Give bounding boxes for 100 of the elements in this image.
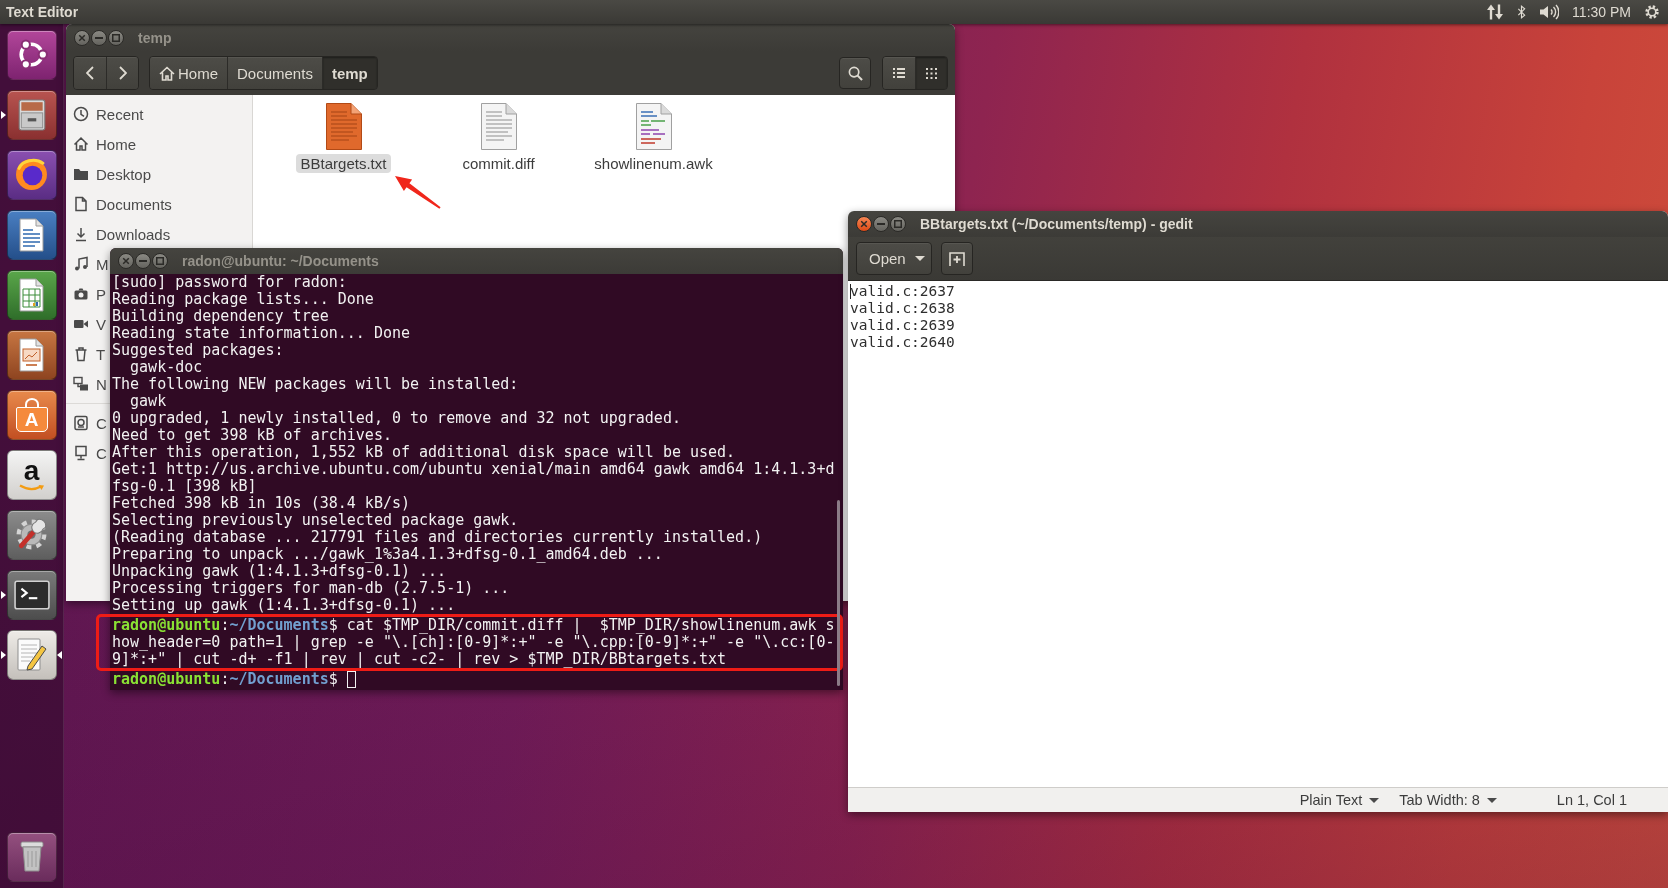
prompt-line: radon@ubuntu:~/Documents$ cat $TMP_DIR/commit.diff | $TMP_DIR/showlinenum.awk s	[112, 617, 835, 634]
terminal-line: Unpacking gawk (1:4.1.3+dfsg-0.1) ...	[112, 563, 447, 580]
minimize-button[interactable]	[873, 216, 889, 232]
launcher-button[interactable]	[6, 329, 57, 380]
sidebar-item[interactable]: T	[66, 339, 106, 369]
launcher-button[interactable]	[6, 629, 57, 680]
terminal-line: fsg-0.1 [398 kB]	[112, 478, 257, 495]
sidebar-item[interactable]: P	[66, 279, 106, 309]
sidebar-item[interactable]: V	[66, 309, 106, 339]
terminal-line: gawk-doc	[129, 359, 203, 376]
search-button[interactable]	[839, 57, 871, 89]
minimize-button[interactable]	[135, 253, 151, 269]
new-tab-button[interactable]	[941, 242, 973, 275]
globe-swirl-icon	[15, 158, 48, 191]
up-down-arrows-icon[interactable]	[1486, 4, 1505, 20]
close-icon	[860, 220, 868, 228]
text-file-icon	[325, 103, 362, 150]
terminal-icon	[13, 579, 50, 610]
terminal-line: Building dependency tree	[112, 308, 329, 325]
monitor-icon	[73, 445, 89, 461]
maximize-icon	[894, 220, 902, 228]
list-view-button[interactable]	[883, 57, 915, 89]
network-icon	[73, 376, 89, 392]
disk-drive-icon	[73, 415, 89, 431]
terminal-line: how_header=0 path=1 | grep -e "\.[ch]:[0-9]*:+" -e "\.cpp:[0-9]*:+" -e "\.cc:[0-	[112, 634, 835, 651]
text-line: valid.c:2638	[850, 300, 955, 317]
terminal-line: [sudo] password for radon:	[112, 274, 347, 291]
sidebar-item[interactable]: Documents	[66, 189, 172, 219]
sidebar-item[interactable]: Home	[66, 129, 136, 159]
text-file-icon	[480, 103, 517, 150]
plus-box-icon	[949, 250, 965, 267]
terminal-line: gawk	[129, 393, 167, 410]
terminal-line: Get:1 http://us.archive.ubuntu.com/ubuntu xenial/main amd64 gawk amd64 1:4.1.3+d	[112, 461, 835, 478]
camera-icon	[73, 286, 89, 302]
maximize-button[interactable]	[108, 29, 124, 46]
grid-view-button[interactable]	[915, 57, 947, 89]
sidebar-item[interactable]: Desktop	[66, 159, 152, 189]
music-note-icon	[73, 256, 89, 272]
close-icon	[122, 257, 130, 265]
status-dropdown[interactable]: Plain Text	[1289, 789, 1390, 811]
clock[interactable]: 11:30 PM	[1572, 4, 1631, 20]
terminal-line: After this operation, 1,552 kB of additional disk space will be used.	[112, 444, 736, 461]
sidebar-item[interactable]: C	[66, 408, 107, 438]
close-button[interactable]	[74, 29, 90, 46]
chevron-left-icon	[86, 66, 94, 80]
minimize-button[interactable]	[91, 29, 107, 46]
gear-icon[interactable]	[1644, 4, 1660, 20]
list-icon	[893, 68, 905, 78]
launcher-button[interactable]	[6, 269, 57, 320]
terminal-line: The following NEW packages will be installed:	[112, 376, 519, 393]
text-line: valid.c:2639	[850, 317, 955, 334]
grid-icon	[926, 67, 937, 79]
path-button[interactable]: Documents	[227, 57, 322, 89]
terminal-line: Reading package lists... Done	[112, 291, 374, 308]
close-button[interactable]	[856, 216, 872, 232]
terminal-line: Reading state information... Done	[112, 325, 410, 342]
path-button[interactable]: Home	[150, 57, 227, 89]
close-button[interactable]	[118, 253, 134, 269]
terminal-line: Selecting previously unselected package gawk.	[112, 512, 519, 529]
sidebar-item[interactable]: C	[66, 438, 107, 468]
launcher-button[interactable]	[6, 569, 57, 620]
sidebar-item[interactable]: M	[66, 249, 109, 279]
launcher-button[interactable]	[6, 149, 57, 200]
close-icon	[78, 33, 86, 42]
volume-icon[interactable]	[1539, 4, 1560, 20]
scrollbar[interactable]	[837, 500, 840, 686]
maximize-icon	[112, 33, 120, 42]
annotation-arrow	[394, 175, 442, 210]
launcher-button[interactable]	[6, 89, 57, 140]
terminal-line: Need to get 398 kB of archives.	[112, 427, 392, 444]
back-button[interactable]	[74, 57, 106, 89]
home-icon	[73, 136, 89, 152]
text-area[interactable]: valid.c:2637 valid.c:2638 valid.c:2639 valid.c:2640	[848, 281, 1668, 787]
caret-down-icon	[914, 256, 925, 261]
text-line: valid.c:2640	[850, 334, 955, 351]
launcher-button[interactable]	[6, 209, 57, 260]
trash-icon	[73, 346, 89, 362]
launcher-button[interactable]	[6, 29, 57, 80]
path-button[interactable]: temp	[321, 57, 377, 89]
launcher-button[interactable]: a	[6, 449, 57, 500]
open-button[interactable]: Open	[856, 242, 932, 275]
terminal-line: (Reading database ... 217791 files and directories currently installed.)	[112, 529, 763, 546]
maximize-button[interactable]	[152, 253, 168, 269]
file-item[interactable]: BBtargets.txt	[266, 103, 421, 173]
forward-button[interactable]	[106, 57, 138, 89]
bluetooth-icon[interactable]	[1517, 4, 1527, 20]
launcher-button[interactable]	[6, 831, 57, 882]
sidebar-item[interactable]: N	[66, 369, 107, 399]
maximize-icon	[156, 257, 164, 265]
document-icon	[19, 217, 44, 252]
maximize-button[interactable]	[890, 216, 906, 232]
smile-arrow-icon	[18, 483, 45, 492]
text-line: valid.c:2637	[850, 283, 955, 300]
status-dropdown[interactable]: Tab Width: 8	[1389, 789, 1507, 811]
file-item[interactable]: commit.diff	[421, 103, 576, 173]
sidebar-item[interactable]: Recent	[66, 99, 144, 129]
sidebar-item[interactable]: Downloads	[66, 219, 171, 249]
launcher-button[interactable]	[6, 509, 57, 560]
file-item[interactable]: showlinenum.awk	[576, 103, 731, 173]
terminal-line: Setting up gawk (1:4.1.3+dfsg-0.1) ...	[112, 597, 456, 614]
